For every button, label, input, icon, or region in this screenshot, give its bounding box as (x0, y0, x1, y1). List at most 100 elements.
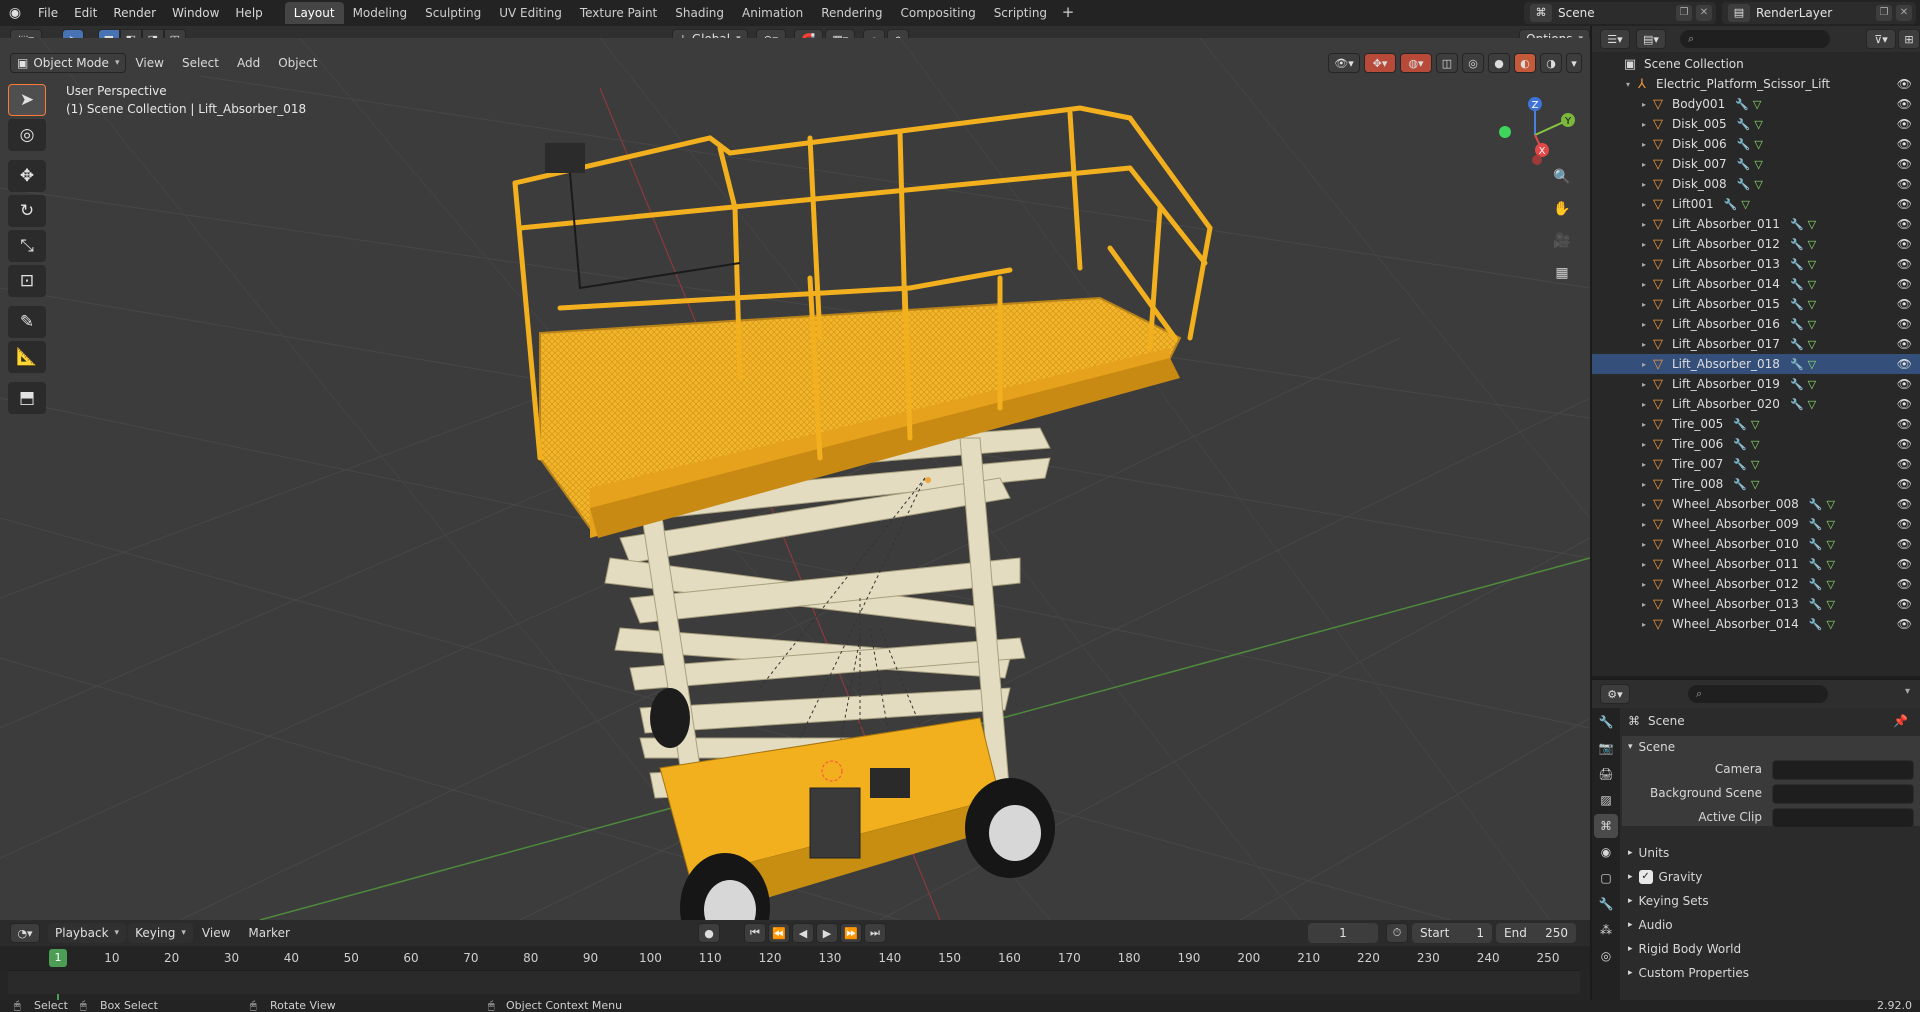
expand-icon[interactable]: ▸ (1638, 200, 1650, 209)
timeline-editor-icon[interactable]: ◔▾ (10, 923, 40, 943)
expand-icon[interactable]: ▸ (1638, 480, 1650, 489)
expand-icon[interactable]: ▸ (1638, 600, 1650, 609)
annotate-tool-icon[interactable]: ✎ (8, 306, 46, 338)
expand-icon[interactable]: ▸ (1638, 440, 1650, 449)
outliner-item[interactable]: ▸ ▽ Lift_Absorber_016 🔧 ▽ 👁 (1592, 314, 1920, 334)
expand-icon[interactable]: ▸ (1638, 300, 1650, 309)
mesh-data-icon[interactable]: ▽ (1826, 498, 1834, 511)
wireframe-shading-icon[interactable]: ◎ (1462, 53, 1484, 73)
timeline-menu-view[interactable]: View (193, 926, 239, 940)
outliner-item[interactable]: ▸ ▽ Lift_Absorber_012 🔧 ▽ 👁 (1592, 234, 1920, 254)
expand-icon[interactable]: ▸ (1638, 100, 1650, 109)
jump-key-forward-icon[interactable]: ⏩ (840, 923, 862, 943)
physics-tab-icon[interactable]: ◎ (1594, 944, 1618, 968)
outliner-item[interactable]: ▸ ▽ Body001 🔧 ▽ 👁 (1592, 94, 1920, 114)
outliner-parent-object[interactable]: ▾ ⅄ Electric_Platform_Scissor_Lift 👁 (1592, 74, 1920, 94)
filter-icon[interactable]: ⊽▾ (1866, 29, 1896, 49)
overlay-toggle-icon[interactable]: ◍▾ (1400, 53, 1432, 73)
mesh-data-icon[interactable]: ▽ (1826, 518, 1834, 531)
expand-icon[interactable]: ▸ (1638, 360, 1650, 369)
outliner-item[interactable]: ▸ ▽ Lift001 🔧 ▽ 👁 (1592, 194, 1920, 214)
add-cube-tool-icon[interactable]: ⬒ (8, 382, 46, 414)
properties-search-input[interactable]: ⌕ (1688, 685, 1828, 703)
modifier-icon[interactable]: 🔧 (1809, 518, 1823, 531)
menu-object[interactable]: Object (269, 56, 326, 70)
playhead[interactable]: 1 (49, 949, 67, 967)
visibility-eye-icon[interactable]: 👁 (1897, 357, 1912, 371)
frame-ruler[interactable]: 1102030405060708090100110120130140150160… (0, 946, 1590, 1000)
output-tab-icon[interactable]: 🖨 (1594, 762, 1618, 786)
outliner-item[interactable]: ▸ ▽ Tire_007 🔧 ▽ 👁 (1592, 454, 1920, 474)
menu-help[interactable]: Help (227, 2, 270, 24)
visibility-eye-icon[interactable]: 👁 (1897, 197, 1912, 211)
properties-editor-icon[interactable]: ⚙▾ (1600, 684, 1630, 704)
tab-layout[interactable]: Layout (284, 2, 344, 24)
menu-file[interactable]: File (30, 2, 66, 24)
mesh-data-icon[interactable]: ▽ (1808, 358, 1816, 371)
world-tab-icon[interactable]: ◉ (1594, 840, 1618, 864)
gizmo-toggle-icon[interactable]: ✥▾ (1364, 53, 1396, 73)
zoom-icon[interactable]: 🔍 (1548, 163, 1576, 191)
collapse-icon[interactable]: ▾ (1905, 686, 1910, 697)
cursor-tool-icon[interactable]: ◎ (8, 119, 46, 151)
outliner-item[interactable]: ▸ ▽ Lift_Absorber_013 🔧 ▽ 👁 (1592, 254, 1920, 274)
solid-shading-icon[interactable]: ● (1488, 53, 1510, 73)
visibility-eye-icon[interactable]: 👁 (1897, 77, 1912, 91)
visibility-eye-icon[interactable]: 👁 (1897, 377, 1912, 391)
tool-tab-icon[interactable]: 🔧 (1594, 710, 1618, 734)
gravity-checkbox[interactable]: ✓ (1638, 870, 1653, 884)
visibility-eye-icon[interactable]: 👁 (1897, 597, 1912, 611)
visibility-eye-icon[interactable]: 👁 (1897, 97, 1912, 111)
modifier-icon[interactable]: 🔧 (1790, 338, 1804, 351)
tab-scripting[interactable]: Scripting (985, 2, 1056, 24)
modifier-icon[interactable]: 🔧 (1737, 118, 1751, 131)
jump-start-icon[interactable]: ⏮ (744, 923, 766, 943)
visibility-eye-icon[interactable]: 👁 (1897, 317, 1912, 331)
tab-compositing[interactable]: Compositing (891, 2, 984, 24)
visibility-eye-icon[interactable]: 👁 (1897, 297, 1912, 311)
modifier-icon[interactable]: 🔧 (1737, 138, 1751, 151)
modifier-icon[interactable]: 🔧 (1733, 418, 1747, 431)
camera-view-icon[interactable]: 🎥 (1548, 227, 1576, 255)
menu-edit[interactable]: Edit (66, 2, 105, 24)
modifier-icon[interactable]: 🔧 (1809, 538, 1823, 551)
mesh-data-icon[interactable]: ▽ (1751, 438, 1759, 451)
modifier-icon[interactable]: 🔧 (1809, 558, 1823, 571)
new-scene-icon[interactable]: ❐ (1676, 5, 1692, 21)
modifier-icon[interactable]: 🔧 (1790, 358, 1804, 371)
end-frame-field[interactable]: End 250 (1496, 923, 1576, 943)
mesh-data-icon[interactable]: ▽ (1826, 558, 1834, 571)
outliner-item[interactable]: ▸ ▽ Disk_008 🔧 ▽ 👁 (1592, 174, 1920, 194)
tab-animation[interactable]: Animation (733, 2, 812, 24)
visibility-eye-icon[interactable]: 👁 (1897, 277, 1912, 291)
outliner-item[interactable]: ▸ ▽ Disk_005 🔧 ▽ 👁 (1592, 114, 1920, 134)
outliner-item[interactable]: ▸ ▽ Disk_006 🔧 ▽ 👁 (1592, 134, 1920, 154)
mesh-data-icon[interactable]: ▽ (1826, 538, 1834, 551)
new-view-layer-icon[interactable]: ❐ (1876, 5, 1892, 21)
visibility-eye-icon[interactable]: 👁 (1897, 537, 1912, 551)
outliner-item[interactable]: ▸ ▽ Wheel_Absorber_008 🔧 ▽ 👁 (1592, 494, 1920, 514)
expand-icon[interactable]: ▸ (1638, 320, 1650, 329)
expand-icon[interactable]: ▸ (1638, 580, 1650, 589)
view-layer-tab-icon[interactable]: ▨ (1594, 788, 1618, 812)
expand-icon[interactable]: ▸ (1638, 540, 1650, 549)
mesh-data-icon[interactable]: ▽ (1753, 98, 1761, 111)
menu-select[interactable]: Select (173, 56, 228, 70)
modifier-icon[interactable]: 🔧 (1737, 158, 1751, 171)
playback-dropdown[interactable]: Playback ▾ (48, 923, 127, 943)
rotate-tool-icon[interactable]: ↻ (8, 195, 46, 227)
mesh-data-icon[interactable]: ▽ (1808, 298, 1816, 311)
outliner-item[interactable]: ▸ ▽ Wheel_Absorber_009 🔧 ▽ 👁 (1592, 514, 1920, 534)
modifier-icon[interactable]: 🔧 (1790, 318, 1804, 331)
keying-sets-section[interactable]: ▸ Keying Sets (1622, 890, 1920, 912)
mesh-data-icon[interactable]: ▽ (1754, 138, 1762, 151)
modifier-icon[interactable]: 🔧 (1733, 438, 1747, 451)
visibility-eye-icon[interactable]: 👁 (1897, 417, 1912, 431)
visibility-eye-icon[interactable]: 👁 (1897, 557, 1912, 571)
outliner-item[interactable]: ▸ ▽ Lift_Absorber_020 🔧 ▽ 👁 (1592, 394, 1920, 414)
modifier-tab-icon[interactable]: 🔧 (1594, 892, 1618, 916)
modifier-icon[interactable]: 🔧 (1790, 298, 1804, 311)
particles-tab-icon[interactable]: ⁂ (1594, 918, 1618, 942)
camera-field[interactable] (1772, 760, 1914, 780)
modifier-icon[interactable]: 🔧 (1733, 458, 1747, 471)
